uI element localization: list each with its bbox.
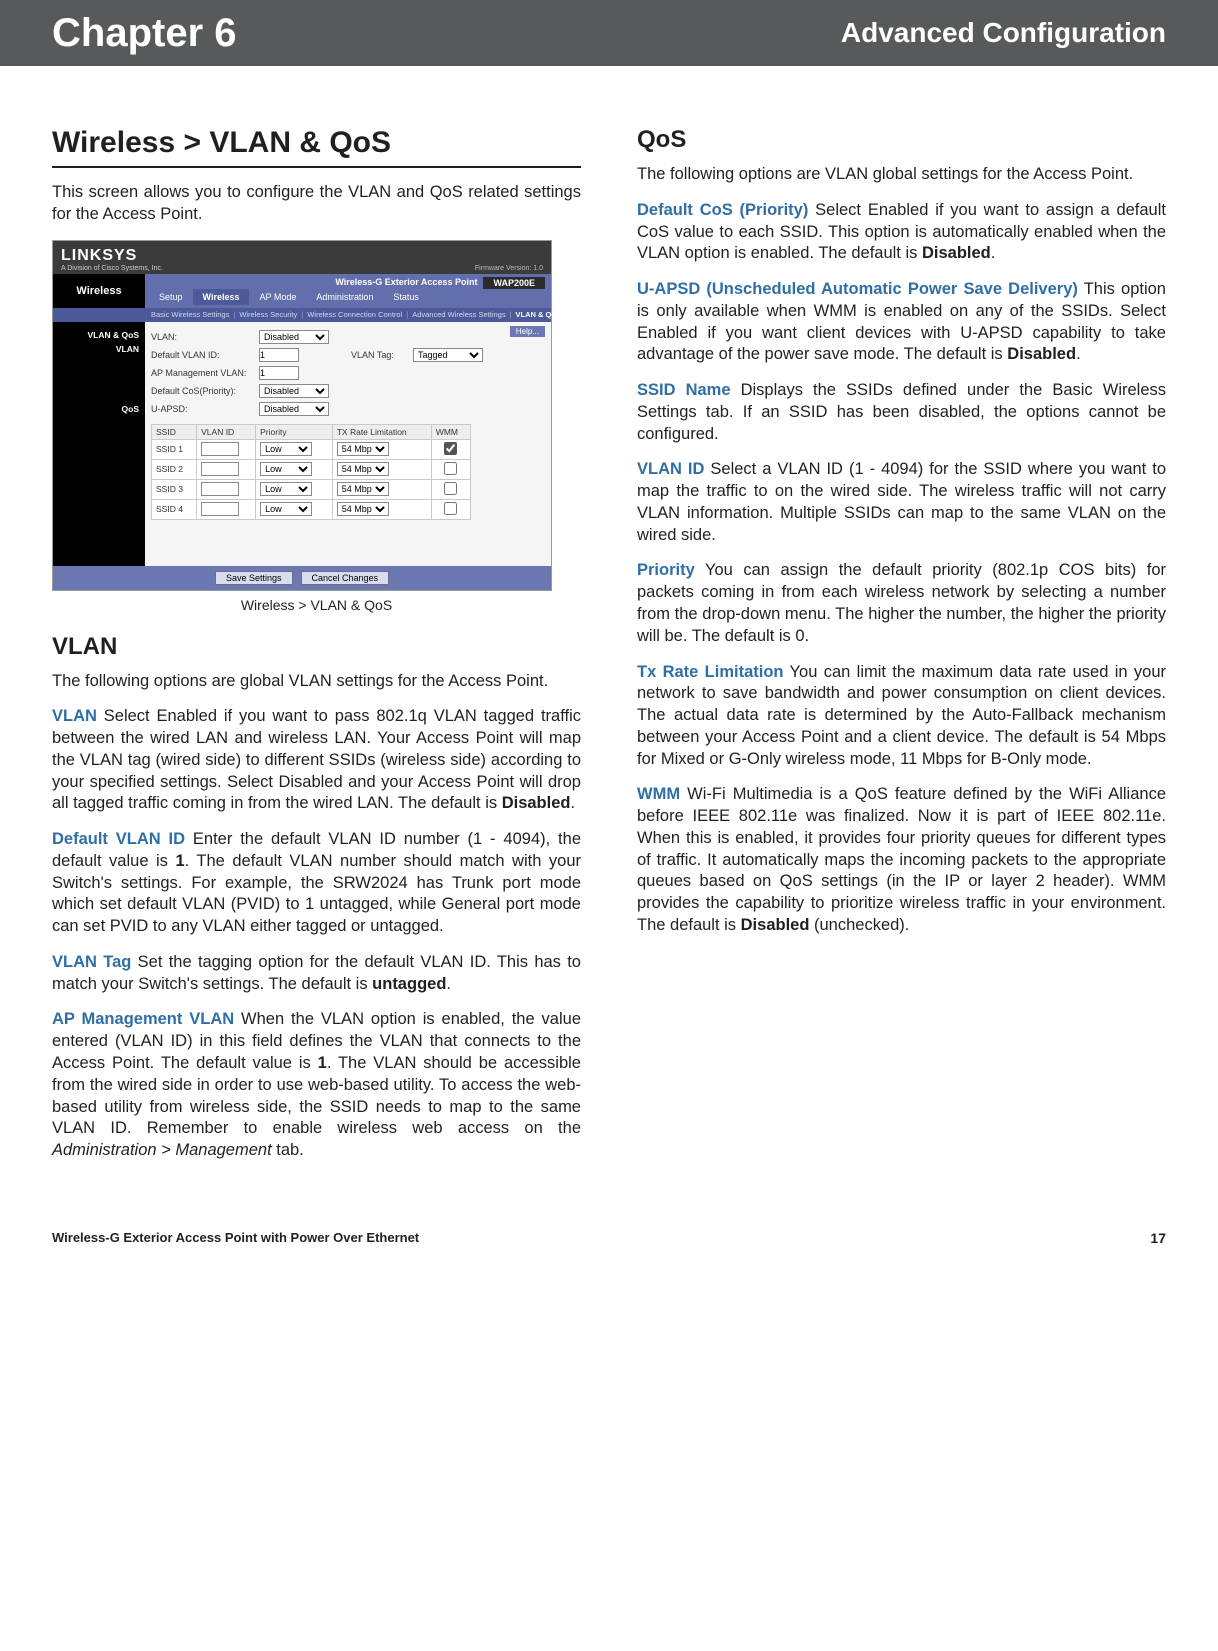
leftnav-vlan: VLAN xyxy=(53,342,145,356)
vlan-item: VLAN Tag Set the tagging option for the … xyxy=(52,952,581,996)
qos-item: VLAN ID Select a VLAN ID (1 - 4094) for … xyxy=(637,459,1166,546)
vlanid-input[interactable] xyxy=(201,462,239,476)
default-vlan-id-label: Default VLAN ID: xyxy=(151,350,253,360)
right-column: QoS The following options are VLAN globa… xyxy=(637,126,1166,1176)
wmm-checkbox[interactable] xyxy=(444,502,457,515)
brand-subtitle: A Division of Cisco Systems, Inc. xyxy=(61,265,163,272)
col-wmm: WMM xyxy=(431,424,470,439)
section-label: Advanced Configuration xyxy=(841,17,1166,49)
tab-wireless[interactable]: Wireless xyxy=(193,289,250,305)
tab-administration[interactable]: Administration xyxy=(306,289,383,305)
subtab-advanced[interactable]: Advanced Wireless Settings xyxy=(412,310,505,319)
subtab-vlanqos[interactable]: VLAN & QoS xyxy=(516,310,561,319)
settings-form: Help VLAN: Disabled Default VLAN ID: VLA… xyxy=(145,322,551,566)
footer-product: Wireless-G Exterior Access Point with Po… xyxy=(52,1230,419,1246)
qos-item: Default CoS (Priority) Select Enabled if… xyxy=(637,200,1166,265)
brand-logo: LINKSYS xyxy=(61,247,163,265)
leftnav-vlanqos: VLAN & QoS xyxy=(53,328,145,342)
left-column: Wireless > VLAN & QoS This screen allows… xyxy=(52,126,581,1176)
footer-page-number: 17 xyxy=(1150,1230,1166,1246)
chapter-banner: Chapter 6 Advanced Configuration xyxy=(0,0,1218,66)
qos-item: Priority You can assign the default prio… xyxy=(637,560,1166,647)
col-priority: Priority xyxy=(256,424,333,439)
ap-mgmt-vlan-label: AP Management VLAN: xyxy=(151,368,253,378)
page-footer: Wireless-G Exterior Access Point with Po… xyxy=(0,1230,1218,1274)
vlanid-input[interactable] xyxy=(201,502,239,516)
vlanid-input[interactable] xyxy=(201,482,239,496)
txrate-select[interactable]: 54 Mbps xyxy=(337,462,389,476)
txrate-select[interactable]: 54 Mbps xyxy=(337,442,389,456)
vlanid-input[interactable] xyxy=(201,442,239,456)
subtab-security[interactable]: Wireless Security xyxy=(239,310,297,319)
vlan-tag-label: VLAN Tag: xyxy=(351,350,407,360)
wmm-checkbox[interactable] xyxy=(444,462,457,475)
qos-intro: The following options are VLAN global se… xyxy=(637,164,1166,186)
col-vlanid: VLAN ID xyxy=(197,424,256,439)
table-row: SSID 4 Low 54 Mbps xyxy=(152,499,471,519)
firmware-version: Firmware Version: 1.0 xyxy=(475,265,543,272)
txrate-select[interactable]: 54 Mbps xyxy=(337,502,389,516)
vlan-label: VLAN: xyxy=(151,332,253,342)
tab-apmode[interactable]: AP Mode xyxy=(249,289,306,305)
tab-setup[interactable]: Setup xyxy=(149,289,193,305)
priority-select[interactable]: Low xyxy=(260,482,312,496)
page-title: Wireless > VLAN & QoS xyxy=(52,126,581,168)
ssid-grid: SSID VLAN ID Priority TX Rate Limitation… xyxy=(151,424,471,520)
table-row: SSID 3 Low 54 Mbps xyxy=(152,479,471,499)
wmm-checkbox[interactable] xyxy=(444,442,457,455)
priority-select[interactable]: Low xyxy=(260,502,312,516)
cancel-button[interactable]: Cancel Changes xyxy=(301,571,390,585)
left-nav: VLAN & QoS VLAN QoS xyxy=(53,322,145,566)
chapter-label: Chapter 6 xyxy=(52,11,237,56)
main-tabs: Setup Wireless AP Mode Administration St… xyxy=(145,289,551,305)
vlan-item: VLAN Select Enabled if you want to pass … xyxy=(52,706,581,815)
subtab-conn[interactable]: Wireless Connection Control xyxy=(307,310,402,319)
ap-mgmt-vlan-input[interactable] xyxy=(259,366,299,380)
default-cos-select[interactable]: Disabled xyxy=(259,384,329,398)
figure-caption: Wireless > VLAN & QoS xyxy=(52,597,581,613)
qos-heading: QoS xyxy=(637,126,1166,154)
uapsd-label: U-APSD: xyxy=(151,404,253,414)
table-row: SSID 1 Low 54 Mbps xyxy=(152,439,471,459)
vlan-tag-select[interactable]: Tagged xyxy=(413,348,483,362)
intro-text: This screen allows you to configure the … xyxy=(52,182,581,226)
leftnav-qos: QoS xyxy=(53,402,145,416)
vlan-item: AP Management VLAN When the VLAN option … xyxy=(52,1009,581,1161)
subtab-basic[interactable]: Basic Wireless Settings xyxy=(151,310,229,319)
wmm-checkbox[interactable] xyxy=(444,482,457,495)
side-section-label: Wireless xyxy=(53,274,145,308)
vlan-select[interactable]: Disabled xyxy=(259,330,329,344)
help-link[interactable]: Help xyxy=(510,326,545,337)
vlan-intro: The following options are global VLAN se… xyxy=(52,671,581,693)
router-screenshot: LINKSYS A Division of Cisco Systems, Inc… xyxy=(52,240,552,591)
default-cos-label: Default CoS(Priority): xyxy=(151,386,253,396)
product-name: Wireless-G Exterior Access Point xyxy=(335,277,477,289)
qos-item: SSID Name Displays the SSIDs defined und… xyxy=(637,380,1166,445)
qos-item: WMM Wi-Fi Multimedia is a QoS feature de… xyxy=(637,784,1166,936)
table-row: SSID 2 Low 54 Mbps xyxy=(152,459,471,479)
col-txrate: TX Rate Limitation xyxy=(332,424,431,439)
txrate-select[interactable]: 54 Mbps xyxy=(337,482,389,496)
default-vlan-id-input[interactable] xyxy=(259,348,299,362)
sub-tabs: Basic Wireless Settings| Wireless Securi… xyxy=(53,308,551,322)
uapsd-select[interactable]: Disabled xyxy=(259,402,329,416)
priority-select[interactable]: Low xyxy=(260,462,312,476)
vlan-item: Default VLAN ID Enter the default VLAN I… xyxy=(52,829,581,938)
priority-select[interactable]: Low xyxy=(260,442,312,456)
model-label: WAP200E xyxy=(483,277,545,289)
vlan-heading: VLAN xyxy=(52,633,581,661)
save-button[interactable]: Save Settings xyxy=(215,571,293,585)
qos-item: U-APSD (Unscheduled Automatic Power Save… xyxy=(637,279,1166,366)
qos-item: Tx Rate Limitation You can limit the max… xyxy=(637,662,1166,771)
tab-status[interactable]: Status xyxy=(383,289,429,305)
col-ssid: SSID xyxy=(152,424,197,439)
